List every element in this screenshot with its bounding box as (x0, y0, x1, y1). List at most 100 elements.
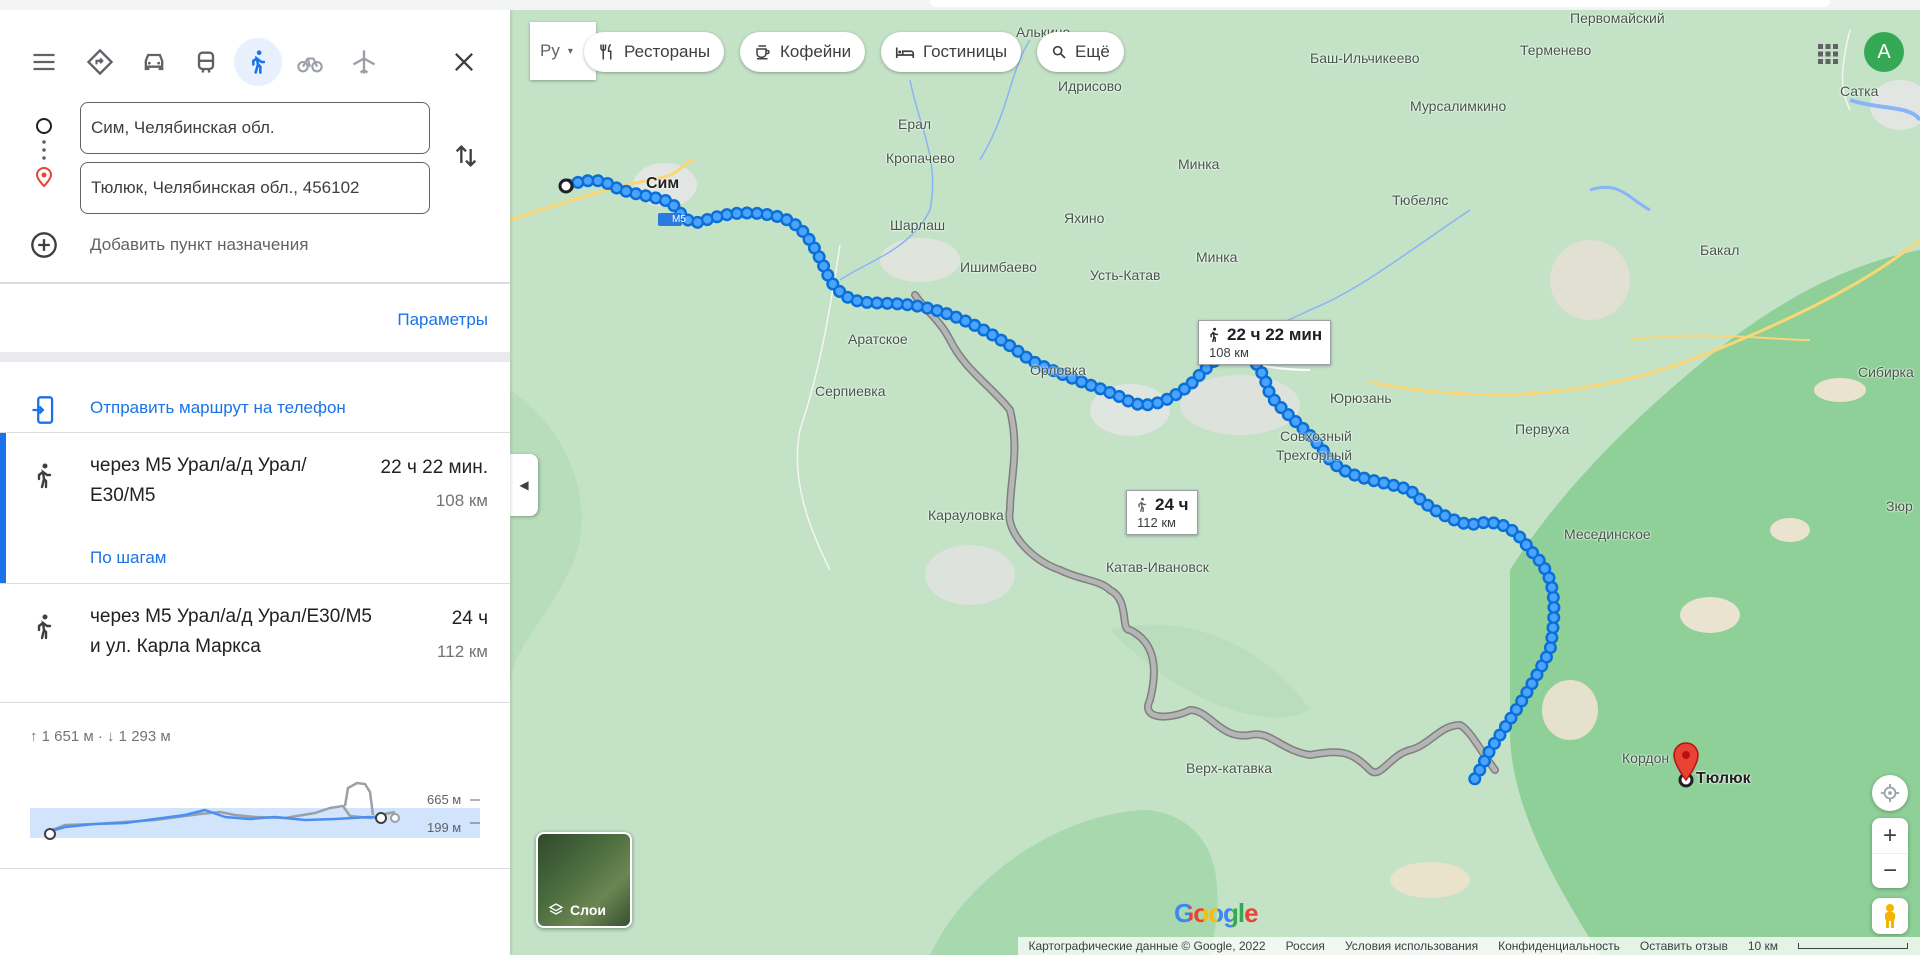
walk-icon (37, 463, 52, 489)
flight-icon[interactable] (340, 38, 388, 86)
route-label-time: 24 ч (1155, 495, 1189, 514)
layers-label: Слои (570, 902, 606, 918)
attribution-privacy[interactable]: Конфиденциальность (1498, 939, 1620, 953)
attribution-feedback[interactable]: Оставить отзыв (1640, 939, 1728, 953)
route-title-line1: через М5 Урал/а/д Урал/ (90, 455, 307, 476)
attribution-terms[interactable]: Условия использования (1345, 939, 1478, 953)
add-destination-label: Добавить пункт назначения (90, 235, 309, 254)
send-to-phone-row[interactable]: Отправить маршрут на телефон (0, 380, 510, 440)
map-base-layer (510, 29, 1920, 955)
route-time: 24 ч (451, 608, 488, 629)
map-view[interactable]: M5 Сим Тюлюк Алькино Первомайский Баш-Ил… (510, 10, 1920, 955)
close-icon[interactable] (440, 38, 488, 86)
walk-icon (1210, 327, 1219, 343)
chip-label: Кофейни (780, 42, 852, 61)
chip-hotels[interactable]: Гостиницы (881, 32, 1022, 72)
route-distance: 112 км (437, 642, 488, 661)
place-label: Усть-Катав (1090, 267, 1161, 283)
collapse-panel-button[interactable]: ◀ (510, 454, 538, 516)
bike-icon[interactable] (286, 38, 334, 86)
send-to-phone-label: Отправить маршрут на телефон (90, 398, 346, 417)
chip-restaurants[interactable]: Рестораны (584, 32, 725, 72)
route-option-2[interactable]: через М5 Урал/а/д Урал/E30/M5 и ул. Карл… (0, 584, 510, 702)
route-label-alt[interactable]: 24 ч 112 км (1126, 490, 1198, 535)
place-label: Верх-катавка (1186, 760, 1273, 776)
menu-icon[interactable] (20, 38, 68, 86)
place-label-tyulyuk[interactable]: Тюлюк (1696, 770, 1751, 788)
language-label: Ру (540, 41, 560, 60)
pegman-button[interactable] (1872, 898, 1908, 934)
coffee-icon (756, 45, 770, 60)
place-label: Ерал (898, 116, 932, 132)
route-label-main[interactable]: 22 ч 22 мин 108 км (1198, 320, 1332, 365)
route-distance: 108 км (435, 491, 488, 510)
place-label: Идрисово (1058, 78, 1122, 94)
divider (0, 702, 510, 703)
attribution-bar: Картографические данные © Google, 2022 Р… (1018, 937, 1920, 955)
steps-link[interactable]: По шагам (90, 548, 166, 568)
origin-input[interactable]: Сим, Челябинская обл. (80, 102, 430, 154)
elevation-min-label: 199 м (427, 820, 462, 835)
location-icon (1880, 783, 1900, 803)
place-label: Катав-Ивановск (1106, 559, 1209, 575)
my-location-button[interactable] (1872, 775, 1908, 811)
transit-icon[interactable] (182, 38, 230, 86)
chip-more[interactable]: Ещё (1037, 32, 1124, 72)
avatar-letter: A (1877, 40, 1891, 63)
google-logo-text: Google (1174, 898, 1259, 928)
chip-label: Гостиницы (923, 42, 1008, 61)
place-label: Аратское (848, 331, 908, 347)
walk-icon (1138, 497, 1147, 513)
chip-cafes[interactable]: Кофейни (740, 32, 866, 72)
attribution-map-data: Картографические данные © Google, 2022 (1028, 939, 1266, 953)
place-label-sim[interactable]: Сим (646, 175, 679, 193)
layers-button[interactable]: Слои (536, 832, 632, 928)
place-label: Карауловка (928, 507, 1004, 523)
place-label: Ишимбаево (960, 259, 1037, 275)
zoom-in-icon[interactable]: + (1883, 818, 1897, 853)
elevation-max-label: 665 м (427, 792, 462, 807)
chip-label: Ещё (1075, 42, 1110, 61)
origin-destination-markers-icon (35, 118, 53, 188)
add-icon (31, 232, 57, 258)
route-title-line2: и ул. Карла Маркса (90, 636, 261, 657)
place-label: Тюбеляс (1392, 192, 1449, 208)
place-label: Зюр (1886, 498, 1913, 514)
place-label: Сатка (1840, 83, 1879, 99)
divider (0, 868, 510, 869)
route-label-distance: 108 км (1209, 345, 1249, 360)
add-destination-row[interactable]: Добавить пункт назначения (0, 220, 510, 270)
elevation-chart (30, 781, 480, 840)
place-label: Орловка (1030, 362, 1086, 378)
chip-label: Рестораны (624, 42, 711, 61)
place-label: Юрюзань (1330, 390, 1392, 406)
best-route-icon[interactable] (76, 38, 124, 86)
chevron-down-icon: ▾ (567, 45, 573, 57)
walk-icon[interactable] (234, 38, 282, 86)
zoom-out-icon[interactable]: − (1872, 853, 1908, 888)
params-link[interactable]: Параметры (397, 310, 488, 330)
place-label: Первомайский (1570, 10, 1665, 26)
swap-icon[interactable] (442, 132, 490, 180)
destination-input[interactable]: Тюлюк, Челябинская обл., 456102 (80, 162, 430, 214)
route-title-line1: через М5 Урал/а/д Урал/E30/M5 (90, 606, 372, 627)
place-label: Яхино (1064, 210, 1105, 226)
send-to-phone-icon (32, 396, 54, 424)
search-icon (1052, 45, 1066, 59)
scale-bar (1798, 943, 1908, 949)
route-option-1[interactable]: через М5 Урал/а/д Урал/ E30/M5 22 ч 22 м… (0, 433, 510, 583)
attribution-country[interactable]: Россия (1286, 939, 1325, 953)
account-avatar[interactable]: A (1864, 32, 1904, 72)
place-label: Мурсалимкино (1410, 98, 1507, 114)
route-label-time: 22 ч 22 мин (1227, 325, 1323, 344)
route-time: 22 ч 22 мин. (380, 457, 488, 478)
route-title-line2: E30/M5 (90, 485, 156, 506)
car-icon[interactable] (130, 38, 178, 86)
place-label: Сибирка (1858, 364, 1914, 380)
place-label: Серпиевка (815, 383, 886, 399)
chevron-left-icon: ◀ (519, 478, 529, 492)
apps-grid-icon[interactable] (1816, 42, 1840, 66)
scale-label[interactable]: 10 км (1748, 939, 1778, 953)
hotel-icon (895, 47, 915, 58)
walk-icon (37, 614, 52, 640)
